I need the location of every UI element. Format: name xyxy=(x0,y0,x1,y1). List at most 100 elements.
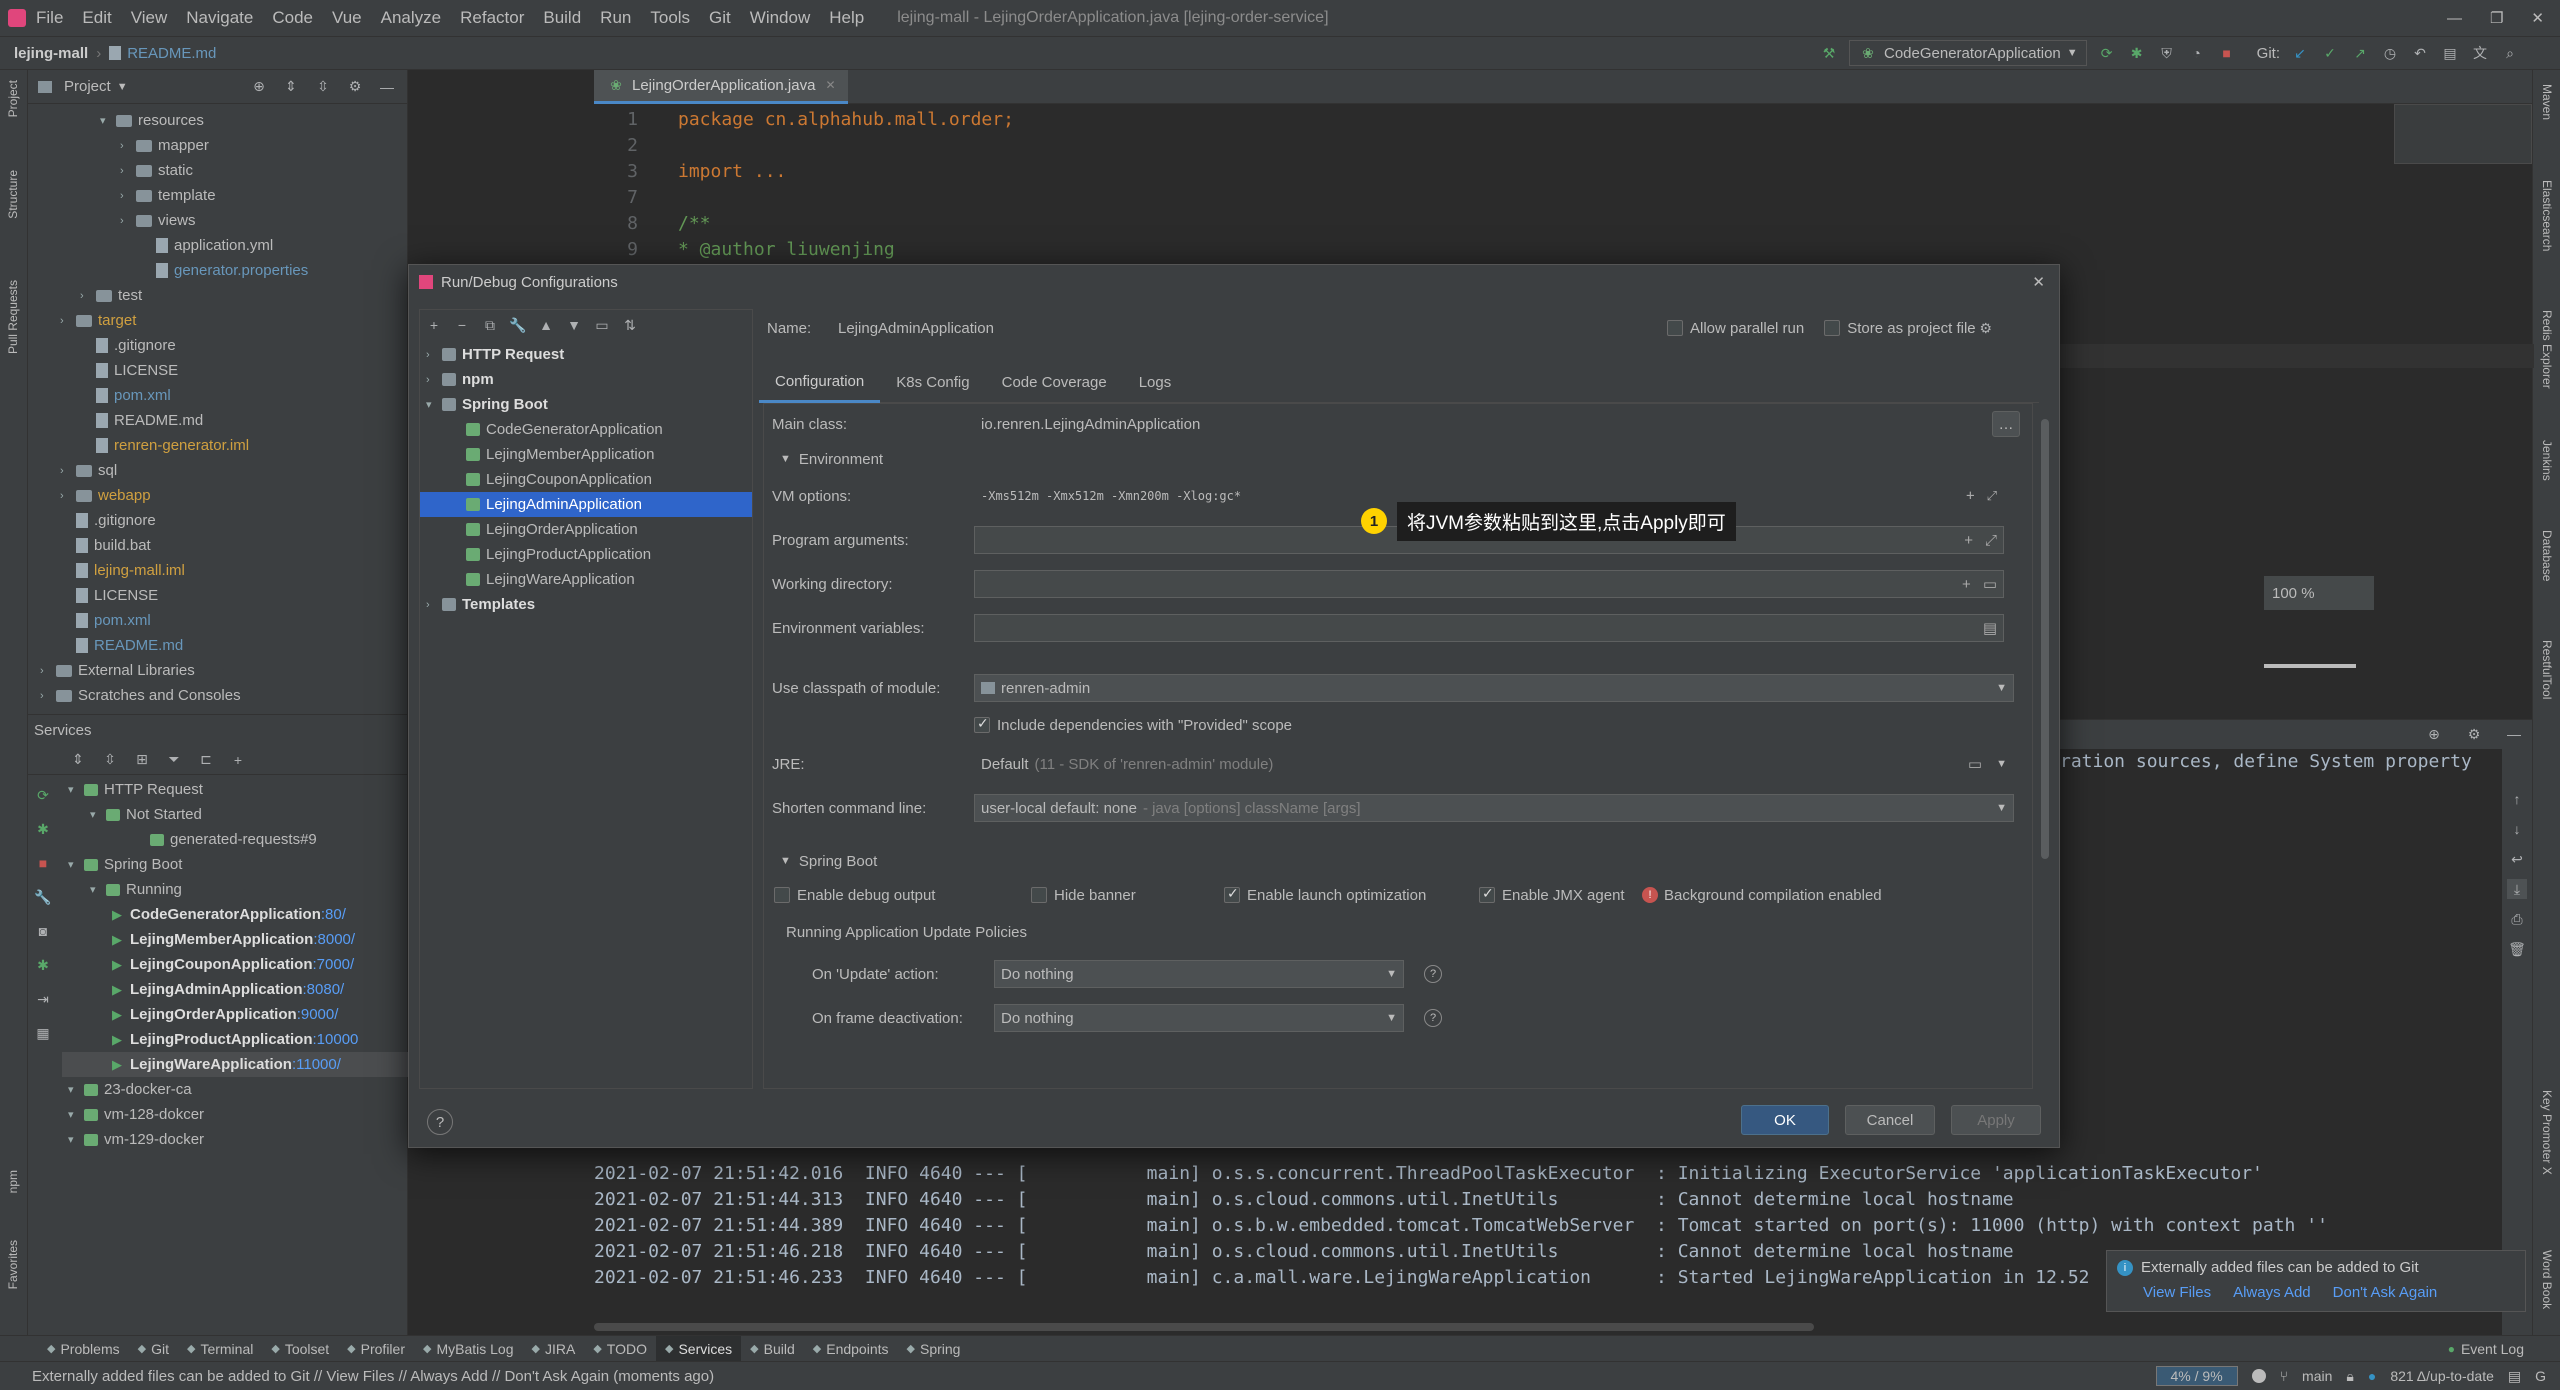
layout-icon[interactable]: ▦ xyxy=(33,1023,53,1043)
event-log-tab[interactable]: ● Event Log xyxy=(2448,1341,2524,1357)
notification-view-files[interactable]: View Files xyxy=(2143,1284,2211,1301)
git-commit-icon[interactable]: ✓ xyxy=(2320,43,2340,63)
gear-icon[interactable]: ⚙ xyxy=(2464,724,2484,744)
add-config-icon[interactable]: + xyxy=(424,315,444,335)
wrench-icon[interactable]: 🔧 xyxy=(508,315,528,335)
collapse-all-icon[interactable]: ⇳ xyxy=(100,750,120,770)
gear-icon[interactable]: ⚙ xyxy=(345,77,365,97)
folder-icon[interactable]: ▭ xyxy=(592,315,612,335)
launch-opt-checkbox[interactable] xyxy=(1224,885,1240,903)
tree-item[interactable]: › External Libraries xyxy=(28,658,407,683)
debug-icon[interactable]: ✱ xyxy=(2127,43,2147,63)
service-item[interactable]: ▶ LejingCouponApplication:7000/ xyxy=(62,952,408,977)
help-icon[interactable]: ? xyxy=(1424,965,1442,983)
service-item[interactable]: ▾ 23-docker-ca xyxy=(62,1077,408,1102)
service-item[interactable]: ▶ LejingMemberApplication:8000/ xyxy=(62,927,408,952)
tree-item[interactable]: › target xyxy=(28,308,407,333)
debug-icon[interactable]: ✱ xyxy=(33,819,53,839)
tool-tab-spring[interactable]: ◆ Spring xyxy=(898,1336,970,1362)
environment-section[interactable]: ▼ Environment xyxy=(764,444,2032,474)
tree-item[interactable]: renren-generator.iml xyxy=(28,433,407,458)
tab-configuration[interactable]: Configuration xyxy=(759,363,881,403)
jmx-checkbox[interactable] xyxy=(1479,885,1495,903)
tree-item[interactable]: › Scratches and Consoles xyxy=(28,683,407,708)
menu-run[interactable]: Run xyxy=(600,8,631,28)
service-port-link[interactable]: :8000/ xyxy=(313,931,355,948)
locate-icon[interactable]: ⊕ xyxy=(2424,724,2444,744)
add-service-icon[interactable]: + xyxy=(228,750,248,770)
hide-icon[interactable]: — xyxy=(377,77,397,97)
tree-item[interactable]: .gitignore xyxy=(28,508,407,533)
config-tree-item[interactable]: LejingCouponApplication xyxy=(420,467,752,492)
config-tree-item[interactable]: › HTTP Request xyxy=(420,342,752,367)
service-item[interactable]: ▾ vm-129-docker xyxy=(62,1127,408,1152)
menu-view[interactable]: View xyxy=(131,8,168,28)
tool-tab-terminal[interactable]: ◆ Terminal xyxy=(178,1336,262,1362)
editor-tab-active[interactable]: ❀ LejingOrderApplication.java ✕ xyxy=(594,69,848,104)
breadcrumb-project[interactable]: lejing-mall xyxy=(14,45,88,62)
tree-item[interactable]: pom.xml xyxy=(28,608,407,633)
tool-favorites[interactable]: Favorites xyxy=(6,1240,20,1289)
hammer-build-icon[interactable]: ⚒ xyxy=(1819,43,1839,63)
menu-edit[interactable]: Edit xyxy=(82,8,111,28)
encoding[interactable]: G xyxy=(2535,1368,2546,1384)
working-dir-field[interactable]: + ▭ xyxy=(974,570,2004,598)
service-item[interactable]: ▶ CodeGeneratorApplication:80/ xyxy=(62,902,408,927)
tool-pull-requests[interactable]: Pull Requests xyxy=(6,280,20,354)
tree-item[interactable]: › sql xyxy=(28,458,407,483)
tree-item[interactable]: README.md xyxy=(28,408,407,433)
tool-tab-toolset[interactable]: ◆ Toolset xyxy=(262,1336,338,1362)
menu-window[interactable]: Window xyxy=(750,8,810,28)
jre-select[interactable]: Default (11 - SDK of 'renren-admin' modul… xyxy=(974,750,2014,778)
camera-icon[interactable]: ◙ xyxy=(33,921,53,941)
tool-restfultool[interactable]: RestfulTool xyxy=(2540,640,2554,699)
gear-icon[interactable]: ⚙ xyxy=(1976,318,1996,338)
spring-boot-section[interactable]: ▼ Spring Boot xyxy=(764,828,2032,878)
tree-item[interactable]: .gitignore xyxy=(28,333,407,358)
tree-item[interactable]: › mapper xyxy=(28,133,407,158)
horizontal-scrollbar[interactable] xyxy=(594,1323,1814,1331)
allow-parallel-checkbox[interactable] xyxy=(1667,320,1683,336)
hide-banner-checkbox[interactable] xyxy=(1031,887,1047,903)
project-structure-icon[interactable]: ▤ xyxy=(2440,43,2460,63)
config-tree-item[interactable]: › Templates xyxy=(420,592,752,617)
config-tree-item[interactable]: › npm xyxy=(420,367,752,392)
expand-all-icon[interactable]: ⇕ xyxy=(68,750,88,770)
service-item[interactable]: ▶ LejingOrderApplication:9000/ xyxy=(62,1002,408,1027)
notification-always-add[interactable]: Always Add xyxy=(2233,1284,2311,1301)
scroll-to-end-icon[interactable]: ⤓ xyxy=(2507,879,2527,899)
shorten-select[interactable]: user-local default: none - java [options]… xyxy=(974,794,2014,822)
menu-tools[interactable]: Tools xyxy=(650,8,690,28)
config-tree-item[interactable]: LejingAdminApplication xyxy=(420,492,752,517)
service-item[interactable]: ▶ LejingAdminApplication:8080/ xyxy=(62,977,408,1002)
service-item[interactable]: ▾ Not Started xyxy=(62,802,408,827)
collapse-all-icon[interactable]: ⇳ xyxy=(313,77,333,97)
notifications-icon[interactable]: ▤ xyxy=(2508,1368,2521,1385)
tool-tab-jira[interactable]: ◆ JIRA xyxy=(523,1336,585,1362)
tool-jenkins[interactable]: Jenkins xyxy=(2540,440,2554,481)
menu-help[interactable]: Help xyxy=(829,8,864,28)
config-tree-item[interactable]: LejingProductApplication xyxy=(420,542,752,567)
bug-icon[interactable]: ✱ xyxy=(33,955,53,975)
expand-all-icon[interactable]: ⇕ xyxy=(281,77,301,97)
menu-git[interactable]: Git xyxy=(709,8,731,28)
config-tree-item[interactable]: CodeGeneratorApplication xyxy=(420,417,752,442)
tool-redis-explorer[interactable]: Redis Explorer xyxy=(2540,310,2554,389)
stop-icon[interactable]: ■ xyxy=(33,853,53,873)
close-dialog-icon[interactable]: ✕ xyxy=(2032,273,2045,291)
on-frame-select[interactable]: Do nothing ▼ xyxy=(994,1004,1404,1032)
apply-button[interactable]: Apply xyxy=(1951,1105,2041,1135)
service-port-link[interactable]: :10000 xyxy=(313,1031,359,1048)
rollback-icon[interactable]: ↶ xyxy=(2410,43,2430,63)
config-tree-item[interactable]: LejingMemberApplication xyxy=(420,442,752,467)
restore-icon[interactable]: ❐ xyxy=(2490,9,2503,27)
move-down-icon[interactable]: ▼ xyxy=(564,315,584,335)
classpath-select[interactable]: renren-admin ▼ xyxy=(974,674,2014,702)
tool-tab-profiler[interactable]: ◆ Profiler xyxy=(338,1336,414,1362)
include-deps-checkbox[interactable] xyxy=(974,715,990,733)
tree-item[interactable]: application.yml xyxy=(28,233,407,258)
tool-key-promoter[interactable]: Key Promoter X xyxy=(2540,1090,2554,1175)
menu-build[interactable]: Build xyxy=(543,8,581,28)
debug-output-checkbox[interactable] xyxy=(774,887,790,903)
service-port-link[interactable]: :8080/ xyxy=(303,981,345,998)
